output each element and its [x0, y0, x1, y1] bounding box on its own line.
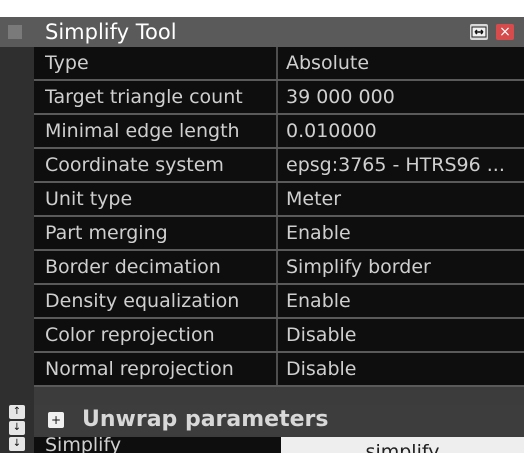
property-value[interactable]: Disable — [286, 353, 518, 385]
column-divider — [276, 353, 278, 385]
property-value[interactable]: 39 000 000 — [286, 81, 518, 113]
restore-icon[interactable] — [470, 24, 488, 40]
property-value[interactable]: Simplify border — [286, 251, 518, 283]
column-divider — [276, 47, 278, 79]
property-label: Target triangle count — [45, 86, 243, 108]
window-menu-icon[interactable] — [8, 25, 22, 39]
plus-box-icon[interactable]: + — [48, 412, 64, 428]
property-value[interactable]: Absolute — [286, 47, 518, 79]
property-label: Normal reprojection — [45, 358, 234, 380]
title-bar: Simplify Tool × — [0, 17, 524, 47]
property-row[interactable]: Unit type Meter — [34, 183, 524, 217]
close-icon[interactable]: × — [496, 24, 514, 40]
property-value[interactable]: epsg:3765 - HTRS96 ... — [286, 149, 518, 181]
simplify-row: Simplify simplify — [34, 434, 524, 453]
down-arrow-box-icon[interactable]: ↓ — [9, 421, 25, 435]
column-divider — [276, 81, 278, 113]
property-row[interactable]: Minimal edge length 0.010000 — [34, 115, 524, 149]
property-row[interactable]: Type Absolute — [34, 47, 524, 81]
column-divider — [276, 251, 278, 283]
simplify-label: Simplify — [45, 434, 122, 453]
property-label: Density equalization — [45, 290, 240, 312]
up-arrow-box-icon[interactable]: ↑ — [9, 405, 25, 419]
property-value[interactable]: Disable — [286, 319, 518, 351]
property-value[interactable]: Enable — [286, 217, 518, 249]
property-label: Type — [45, 52, 89, 74]
simplify-button[interactable]: simplify — [281, 437, 524, 453]
property-row[interactable]: Density equalization Enable — [34, 285, 524, 319]
column-divider — [276, 183, 278, 215]
column-divider — [276, 319, 278, 351]
property-label: Border decimation — [45, 256, 221, 278]
properties-grid: Type Absolute Target triangle count 39 0… — [34, 47, 524, 453]
property-value[interactable]: Meter — [286, 183, 518, 215]
simplify-tool-panel: Simplify Tool × ↑ ↓ ↓ Type Absolute Targ… — [0, 17, 524, 453]
property-row[interactable]: Target triangle count 39 000 000 — [34, 81, 524, 115]
property-value[interactable]: 0.010000 — [286, 115, 518, 147]
panel-title: Simplify Tool — [45, 20, 177, 44]
property-label: Unit type — [45, 188, 133, 210]
column-divider — [276, 217, 278, 249]
property-row[interactable]: Part merging Enable — [34, 217, 524, 251]
property-row[interactable]: Normal reprojection Disable — [34, 353, 524, 387]
column-divider — [276, 149, 278, 181]
property-row[interactable]: Coordinate system epsg:3765 - HTRS96 ... — [34, 149, 524, 183]
property-row[interactable]: Border decimation Simplify border — [34, 251, 524, 285]
column-divider — [276, 285, 278, 317]
property-row[interactable]: Color reprojection Disable — [34, 319, 524, 353]
left-rail: ↑ ↓ ↓ — [0, 47, 34, 453]
property-label: Coordinate system — [45, 154, 224, 176]
property-label: Minimal edge length — [45, 120, 240, 142]
property-value[interactable]: Enable — [286, 285, 518, 317]
column-divider — [276, 115, 278, 147]
property-label: Color reprojection — [45, 324, 215, 346]
property-label: Part merging — [45, 222, 168, 244]
down-arrow-box-icon[interactable]: ↓ — [9, 437, 25, 451]
